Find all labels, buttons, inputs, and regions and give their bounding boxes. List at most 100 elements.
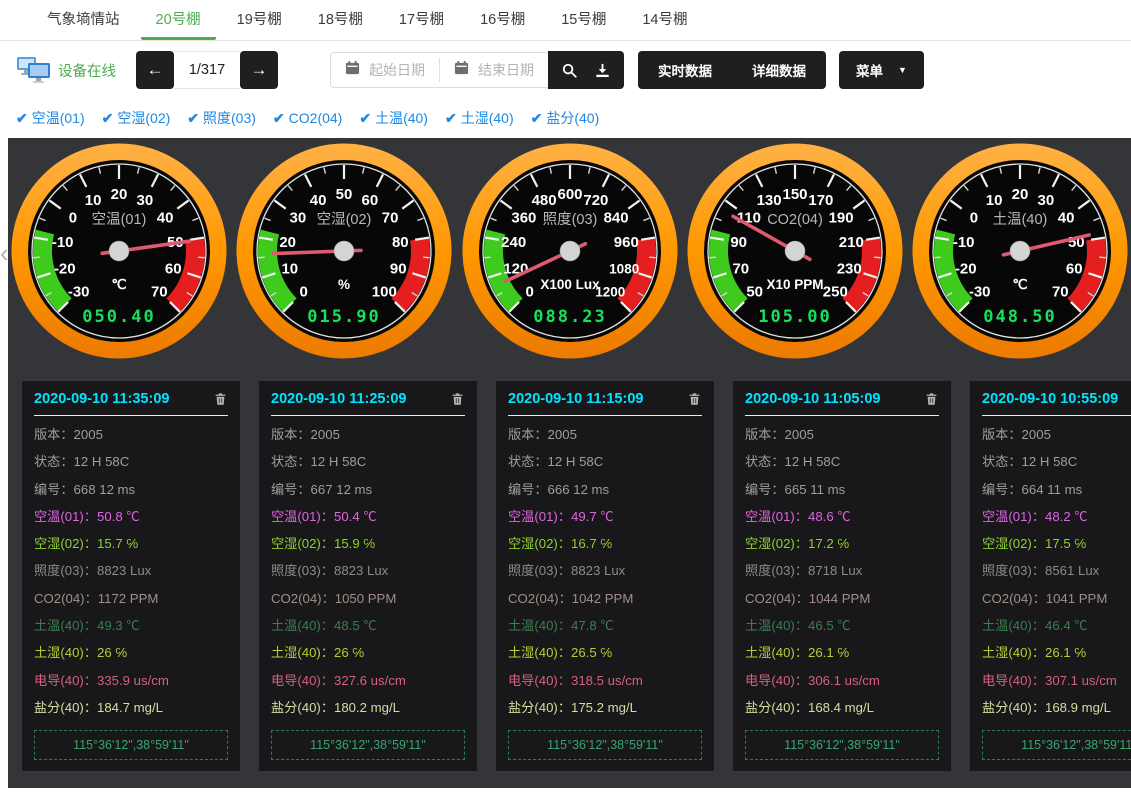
filter-label: 土温(40): [375, 108, 428, 128]
filter-label: 空湿(02): [117, 108, 170, 128]
tab-item-3[interactable]: 18号棚: [303, 0, 378, 40]
filter-checkbox-3[interactable]: ✔CO2(04): [273, 110, 342, 127]
tab-item-7[interactable]: 14号棚: [627, 0, 702, 40]
card-row-土湿(40): 土湿(40)：26.1 ℅: [745, 639, 939, 666]
svg-text:-20: -20: [955, 261, 977, 278]
device-status: 设备在线: [16, 55, 128, 85]
card-row-空湿(02): 空湿(02)：15.7 ℅: [34, 530, 228, 557]
tab-item-2[interactable]: 19号棚: [222, 0, 297, 40]
check-icon: ✔: [102, 110, 114, 127]
start-date-placeholder: 起始日期: [369, 60, 425, 80]
gauge-unit: X10 PPM: [766, 277, 823, 292]
card-row-照度(03): 照度(03)：8718 Lux: [745, 557, 939, 584]
check-icon: ✔: [16, 110, 28, 127]
end-date-placeholder: 结束日期: [478, 60, 534, 80]
card-row-土湿(40): 土湿(40)：26 ℅: [271, 639, 465, 666]
filter-checkbox-5[interactable]: ✔土湿(40): [445, 108, 514, 128]
filter-label: 照度(03): [203, 108, 256, 128]
filter-checkbox-4[interactable]: ✔土温(40): [359, 108, 428, 128]
svg-text:0: 0: [300, 283, 308, 300]
trash-icon[interactable]: [924, 391, 939, 407]
tab-item-1[interactable]: 20号棚: [141, 0, 216, 40]
svg-text:150: 150: [782, 186, 807, 203]
coordinates-button[interactable]: 115°36'12",38°59'11": [508, 730, 702, 760]
card-row-土湿(40): 土湿(40)：26.1 ℅: [982, 639, 1131, 666]
gauge-3: 507090110130150170190210230250CO2(04)X10…: [687, 143, 903, 359]
search-icon[interactable]: [561, 62, 578, 79]
search-download-group: [548, 51, 624, 89]
card-row-盐分(40): 盐分(40)：168.9 mg/L: [982, 694, 1131, 721]
svg-text:360: 360: [511, 209, 536, 226]
end-date-input[interactable]: 结束日期: [440, 60, 548, 80]
coordinates-button[interactable]: 115°36'12",38°59'11": [271, 730, 465, 760]
trash-icon[interactable]: [687, 391, 702, 407]
filter-checkbox-6[interactable]: ✔盐分(40): [531, 108, 600, 128]
svg-text:1080: 1080: [609, 262, 639, 277]
card-row-电导(40): 电导(40)：307.1 us/cm: [982, 667, 1131, 694]
card-row-照度(03): 照度(03)：8823 Lux: [34, 557, 228, 584]
dashboard-panel: -30-20-10010203040506070空温(01)℃050.40010…: [8, 138, 1131, 788]
trash-icon[interactable]: [213, 391, 228, 407]
svg-text:90: 90: [390, 261, 407, 278]
card-row-状态: 状态：12 H 58C: [508, 448, 702, 475]
tab-item-6[interactable]: 15号棚: [546, 0, 621, 40]
card-row-盐分(40): 盐分(40)：180.2 mg/L: [271, 694, 465, 721]
trash-icon[interactable]: [450, 391, 465, 407]
tab-bar: 气象墒情站20号棚19号棚18号棚17号棚16号棚15号棚14号棚: [0, 0, 1131, 41]
detailed-data-button[interactable]: 详细数据: [752, 60, 806, 80]
svg-text:20: 20: [111, 186, 128, 203]
start-date-input[interactable]: 起始日期: [331, 60, 439, 80]
coordinates-button[interactable]: 115°36'12",38°59'11": [34, 730, 228, 760]
svg-text:230: 230: [836, 261, 861, 278]
device-monitors-icon: [16, 55, 52, 85]
tab-item-0[interactable]: 气象墒情站: [32, 0, 135, 40]
card-rows: 版本：2005状态：12 H 58C编号：665 11 ms空温(01)：48.…: [745, 421, 939, 721]
gauge-value: 088.23: [533, 307, 606, 327]
gauge-2: 012024036048060072084096010801200照度(03)X…: [462, 143, 678, 359]
card-row-空温(01): 空温(01)：50.4 ℃: [271, 503, 465, 530]
tab-item-5[interactable]: 16号棚: [465, 0, 540, 40]
filter-checkbox-0[interactable]: ✔空温(01): [16, 108, 85, 128]
prev-page-button[interactable]: ←: [136, 51, 174, 89]
calendar-icon: [345, 60, 360, 80]
svg-text:0: 0: [69, 209, 77, 226]
svg-text:720: 720: [583, 192, 608, 209]
check-icon: ✔: [445, 110, 457, 127]
coordinates-button[interactable]: 115°36'12",38°59'11": [745, 730, 939, 760]
carousel-prev-icon[interactable]: ‹: [0, 240, 9, 266]
svg-text:50: 50: [336, 186, 353, 203]
svg-text:210: 210: [839, 234, 864, 251]
realtime-data-button[interactable]: 实时数据: [658, 60, 712, 80]
card-row-土温(40): 土温(40)：46.5 ℃: [745, 612, 939, 639]
tab-item-4[interactable]: 17号棚: [384, 0, 459, 40]
card-timestamp: 2020-09-10 11:05:09: [745, 391, 880, 407]
card-row-编号: 编号：668 12 ms: [34, 476, 228, 503]
svg-text:70: 70: [1052, 283, 1069, 300]
card-row-空温(01): 空温(01)：48.6 ℃: [745, 503, 939, 530]
card-row-盐分(40): 盐分(40)：175.2 mg/L: [508, 694, 702, 721]
card-row-土温(40): 土温(40)：47.8 ℃: [508, 612, 702, 639]
card-row-状态: 状态：12 H 58C: [271, 448, 465, 475]
menu-button[interactable]: 菜单 ▼: [839, 51, 924, 89]
card-row-状态: 状态：12 H 58C: [982, 448, 1131, 475]
gauge-unit: %: [338, 277, 350, 292]
filter-label: 土湿(40): [461, 108, 514, 128]
svg-text:70: 70: [151, 283, 168, 300]
card-rows: 版本：2005状态：12 H 58C编号：668 12 ms空温(01)：50.…: [34, 421, 228, 721]
card-row-空温(01): 空温(01)：49.7 ℃: [508, 503, 702, 530]
download-icon[interactable]: [594, 62, 611, 79]
gauge-title: 空湿(02): [317, 211, 372, 228]
card-row-电导(40): 电导(40)：306.1 us/cm: [745, 667, 939, 694]
gauge-title: CO2(04): [767, 212, 823, 228]
filter-checkbox-2[interactable]: ✔照度(03): [187, 108, 256, 128]
svg-text:80: 80: [392, 234, 409, 251]
svg-text:-30: -30: [969, 283, 991, 300]
card-row-土温(40): 土温(40)：46.4 ℃: [982, 612, 1131, 639]
card-timestamp: 2020-09-10 11:35:09: [34, 391, 169, 407]
card-row-状态: 状态：12 H 58C: [745, 448, 939, 475]
next-page-button[interactable]: →: [240, 51, 278, 89]
date-range-picker: 起始日期 结束日期: [330, 51, 624, 89]
coordinates-button[interactable]: 115°36'12",38°59'11": [982, 730, 1131, 760]
card-timestamp: 2020-09-10 10:55:09: [982, 391, 1118, 407]
filter-checkbox-1[interactable]: ✔空湿(02): [102, 108, 171, 128]
